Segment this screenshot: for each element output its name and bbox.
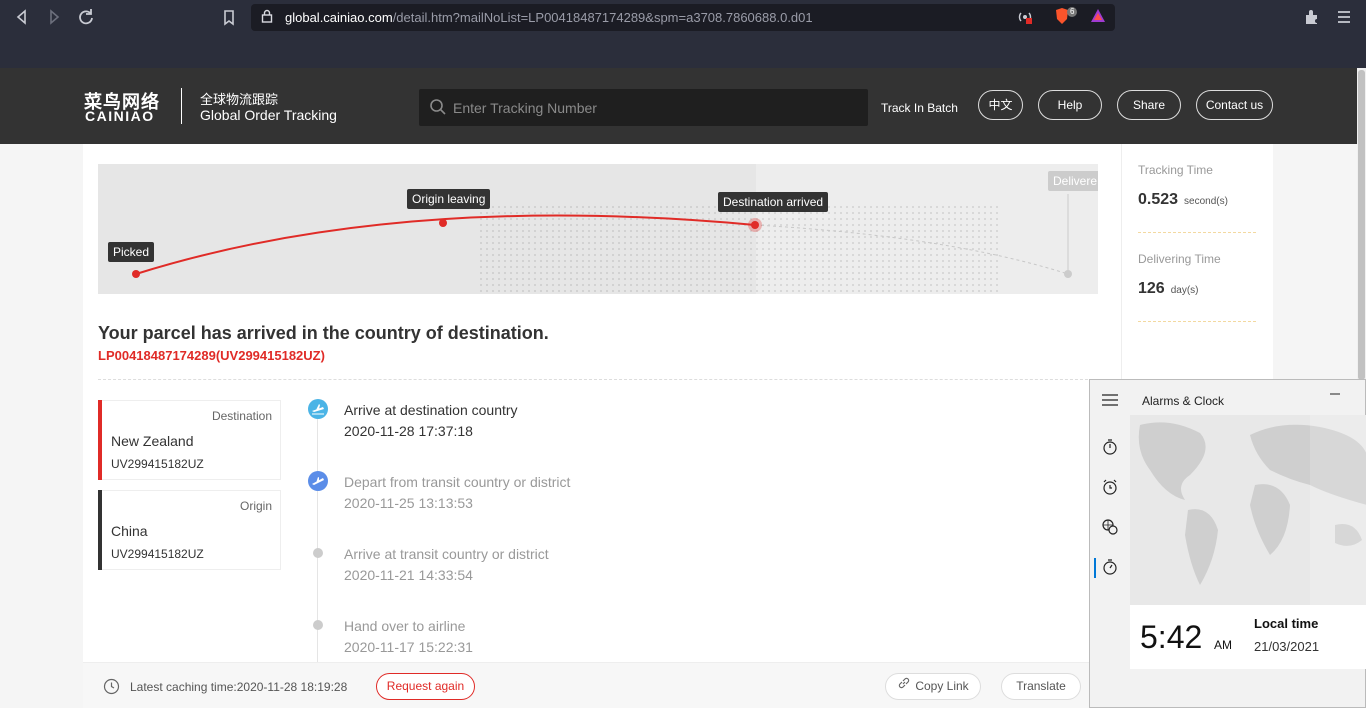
route-line-future <box>754 224 1069 275</box>
metric-divider <box>1138 232 1256 233</box>
tracking-time-value: 0.523 second(s) <box>1138 191 1228 208</box>
app-nav <box>1090 420 1130 708</box>
tagline-cn: 全球物流跟踪 <box>200 92 279 107</box>
world-clock-icon[interactable] <box>1100 518 1120 538</box>
cache-time-text: Latest caching time:2020-11-28 18:19:28 <box>130 680 348 694</box>
help-button[interactable]: Help <box>1038 90 1102 120</box>
origin-code: UV299415182UZ <box>111 547 204 561</box>
route-map: Picked Origin leaving Destination arrive… <box>98 164 1098 294</box>
back-icon[interactable] <box>11 6 33 28</box>
tracking-number-input[interactable] <box>453 89 853 126</box>
forward-icon[interactable] <box>43 6 65 28</box>
origin-accent-bar <box>98 490 102 570</box>
lock-icon <box>261 9 273 26</box>
tracking-time-label: Tracking Time <box>1138 163 1213 177</box>
clock-icon <box>103 678 120 695</box>
hamburger-menu-icon[interactable] <box>1101 393 1119 412</box>
origin-country: China <box>111 523 148 539</box>
metrics-panel: Tracking Time 0.523 second(s) Delivering … <box>1121 144 1273 384</box>
share-button[interactable]: Share <box>1117 90 1181 120</box>
window-titlebar[interactable]: Alarms & Clock <box>1090 380 1366 420</box>
minimize-icon[interactable] <box>1328 386 1342 403</box>
delivering-time-value: 126 day(s) <box>1138 280 1199 297</box>
logo-divider <box>181 88 182 124</box>
destination-code: UV299415182UZ <box>111 457 204 471</box>
clock-time: 5:42 <box>1140 619 1203 655</box>
picked-point <box>132 270 140 278</box>
event-time: 2020-11-25 13:13:53 <box>344 495 473 511</box>
divider <box>98 379 1098 380</box>
language-button[interactable]: 中文 <box>978 90 1023 120</box>
clock-ampm: AM <box>1214 638 1232 652</box>
logo-en[interactable]: CAINIAO <box>85 108 155 124</box>
window-title: Alarms & Clock <box>1142 394 1225 408</box>
event-time: 2020-11-17 15:22:31 <box>344 639 473 655</box>
request-again-button[interactable]: Request again <box>376 673 475 700</box>
event-time: 2020-11-28 17:37:18 <box>344 423 473 439</box>
timer-icon[interactable] <box>1100 438 1120 458</box>
origin-type: Origin <box>239 499 272 513</box>
dot-icon <box>313 548 323 558</box>
event-title: Arrive at destination country <box>344 402 518 418</box>
footer-bar: Latest caching time:2020-11-28 18:19:28 … <box>83 662 1093 708</box>
reload-icon[interactable] <box>75 6 97 28</box>
translate-button[interactable]: Translate <box>1001 673 1081 700</box>
metric-divider <box>1138 321 1256 322</box>
event-title: Arrive at transit country or district <box>344 546 549 562</box>
plane-takeoff-icon <box>308 471 328 491</box>
event-time: 2020-11-21 14:33:54 <box>344 567 473 583</box>
local-time-label: Local time <box>1254 616 1319 631</box>
clock-date: 21/03/2021 <box>1254 639 1320 654</box>
timeline-line <box>317 418 318 668</box>
search-box <box>419 89 868 126</box>
route-graphic <box>132 194 1072 278</box>
bookmark-icon[interactable] <box>218 6 240 28</box>
destination-type: Destination <box>211 409 272 423</box>
broadcast-icon[interactable] <box>1017 9 1033 28</box>
browser-toolbar: global.cainiao.com/detail.htm?mailNoList… <box>0 0 1366 68</box>
destination-arrived-point <box>751 221 759 229</box>
local-time-card[interactable]: 5:42 AM Local time 21/03/2021 <box>1130 605 1366 669</box>
status-title: Your parcel has arrived in the country o… <box>98 323 549 343</box>
event-title: Hand over to airline <box>344 618 466 634</box>
copy-link-button[interactable]: Copy Link <box>885 673 981 700</box>
delivering-time-label: Delivering Time <box>1138 252 1221 266</box>
scroll-thumb[interactable] <box>1358 70 1365 380</box>
search-icon <box>429 98 447 116</box>
alarms-clock-window: Alarms & Clock 5:42 AM Local time 21/03/… <box>1089 379 1366 708</box>
tracking-numbers: LP00418487174289(UV299415182UZ) <box>98 348 325 363</box>
track-in-batch-link[interactable]: Track In Batch <box>881 101 958 115</box>
address-bar[interactable]: global.cainiao.com/detail.htm?mailNoList… <box>251 4 1115 31</box>
delivered-point <box>1064 270 1072 278</box>
stopwatch-icon[interactable] <box>1100 558 1120 578</box>
route-label-destination-arrived: Destination arrived <box>718 192 829 212</box>
route-label-picked: Picked <box>108 242 155 262</box>
route-label-origin-leaving: Origin leaving <box>407 189 491 209</box>
link-icon <box>897 674 911 699</box>
alarm-icon[interactable] <box>1100 478 1120 498</box>
event-title: Depart from transit country or district <box>344 474 571 490</box>
menu-icon[interactable] <box>1333 6 1355 28</box>
world-map[interactable] <box>1130 415 1366 605</box>
tagline-en: Global Order Tracking <box>200 107 337 123</box>
origin-card: Origin China UV299415182UZ <box>98 490 281 570</box>
destination-country: New Zealand <box>111 433 194 449</box>
brave-rewards-icon[interactable] <box>1089 7 1107 28</box>
extensions-icon[interactable] <box>1301 6 1323 28</box>
route-label-delivered: Delivere <box>1048 171 1098 191</box>
site-header: 菜鸟网络 CAINIAO 全球物流跟踪 Global Order Trackin… <box>0 68 1357 144</box>
dot-icon <box>313 620 323 630</box>
active-indicator <box>1094 558 1096 578</box>
url-text: global.cainiao.com/detail.htm?mailNoList… <box>285 10 813 25</box>
destination-accent-bar <box>98 400 102 480</box>
origin-leaving-point <box>439 219 447 227</box>
plane-landing-icon <box>308 399 328 419</box>
contact-us-button[interactable]: Contact us <box>1196 90 1273 120</box>
destination-card: Destination New Zealand UV299415182UZ <box>98 400 281 480</box>
